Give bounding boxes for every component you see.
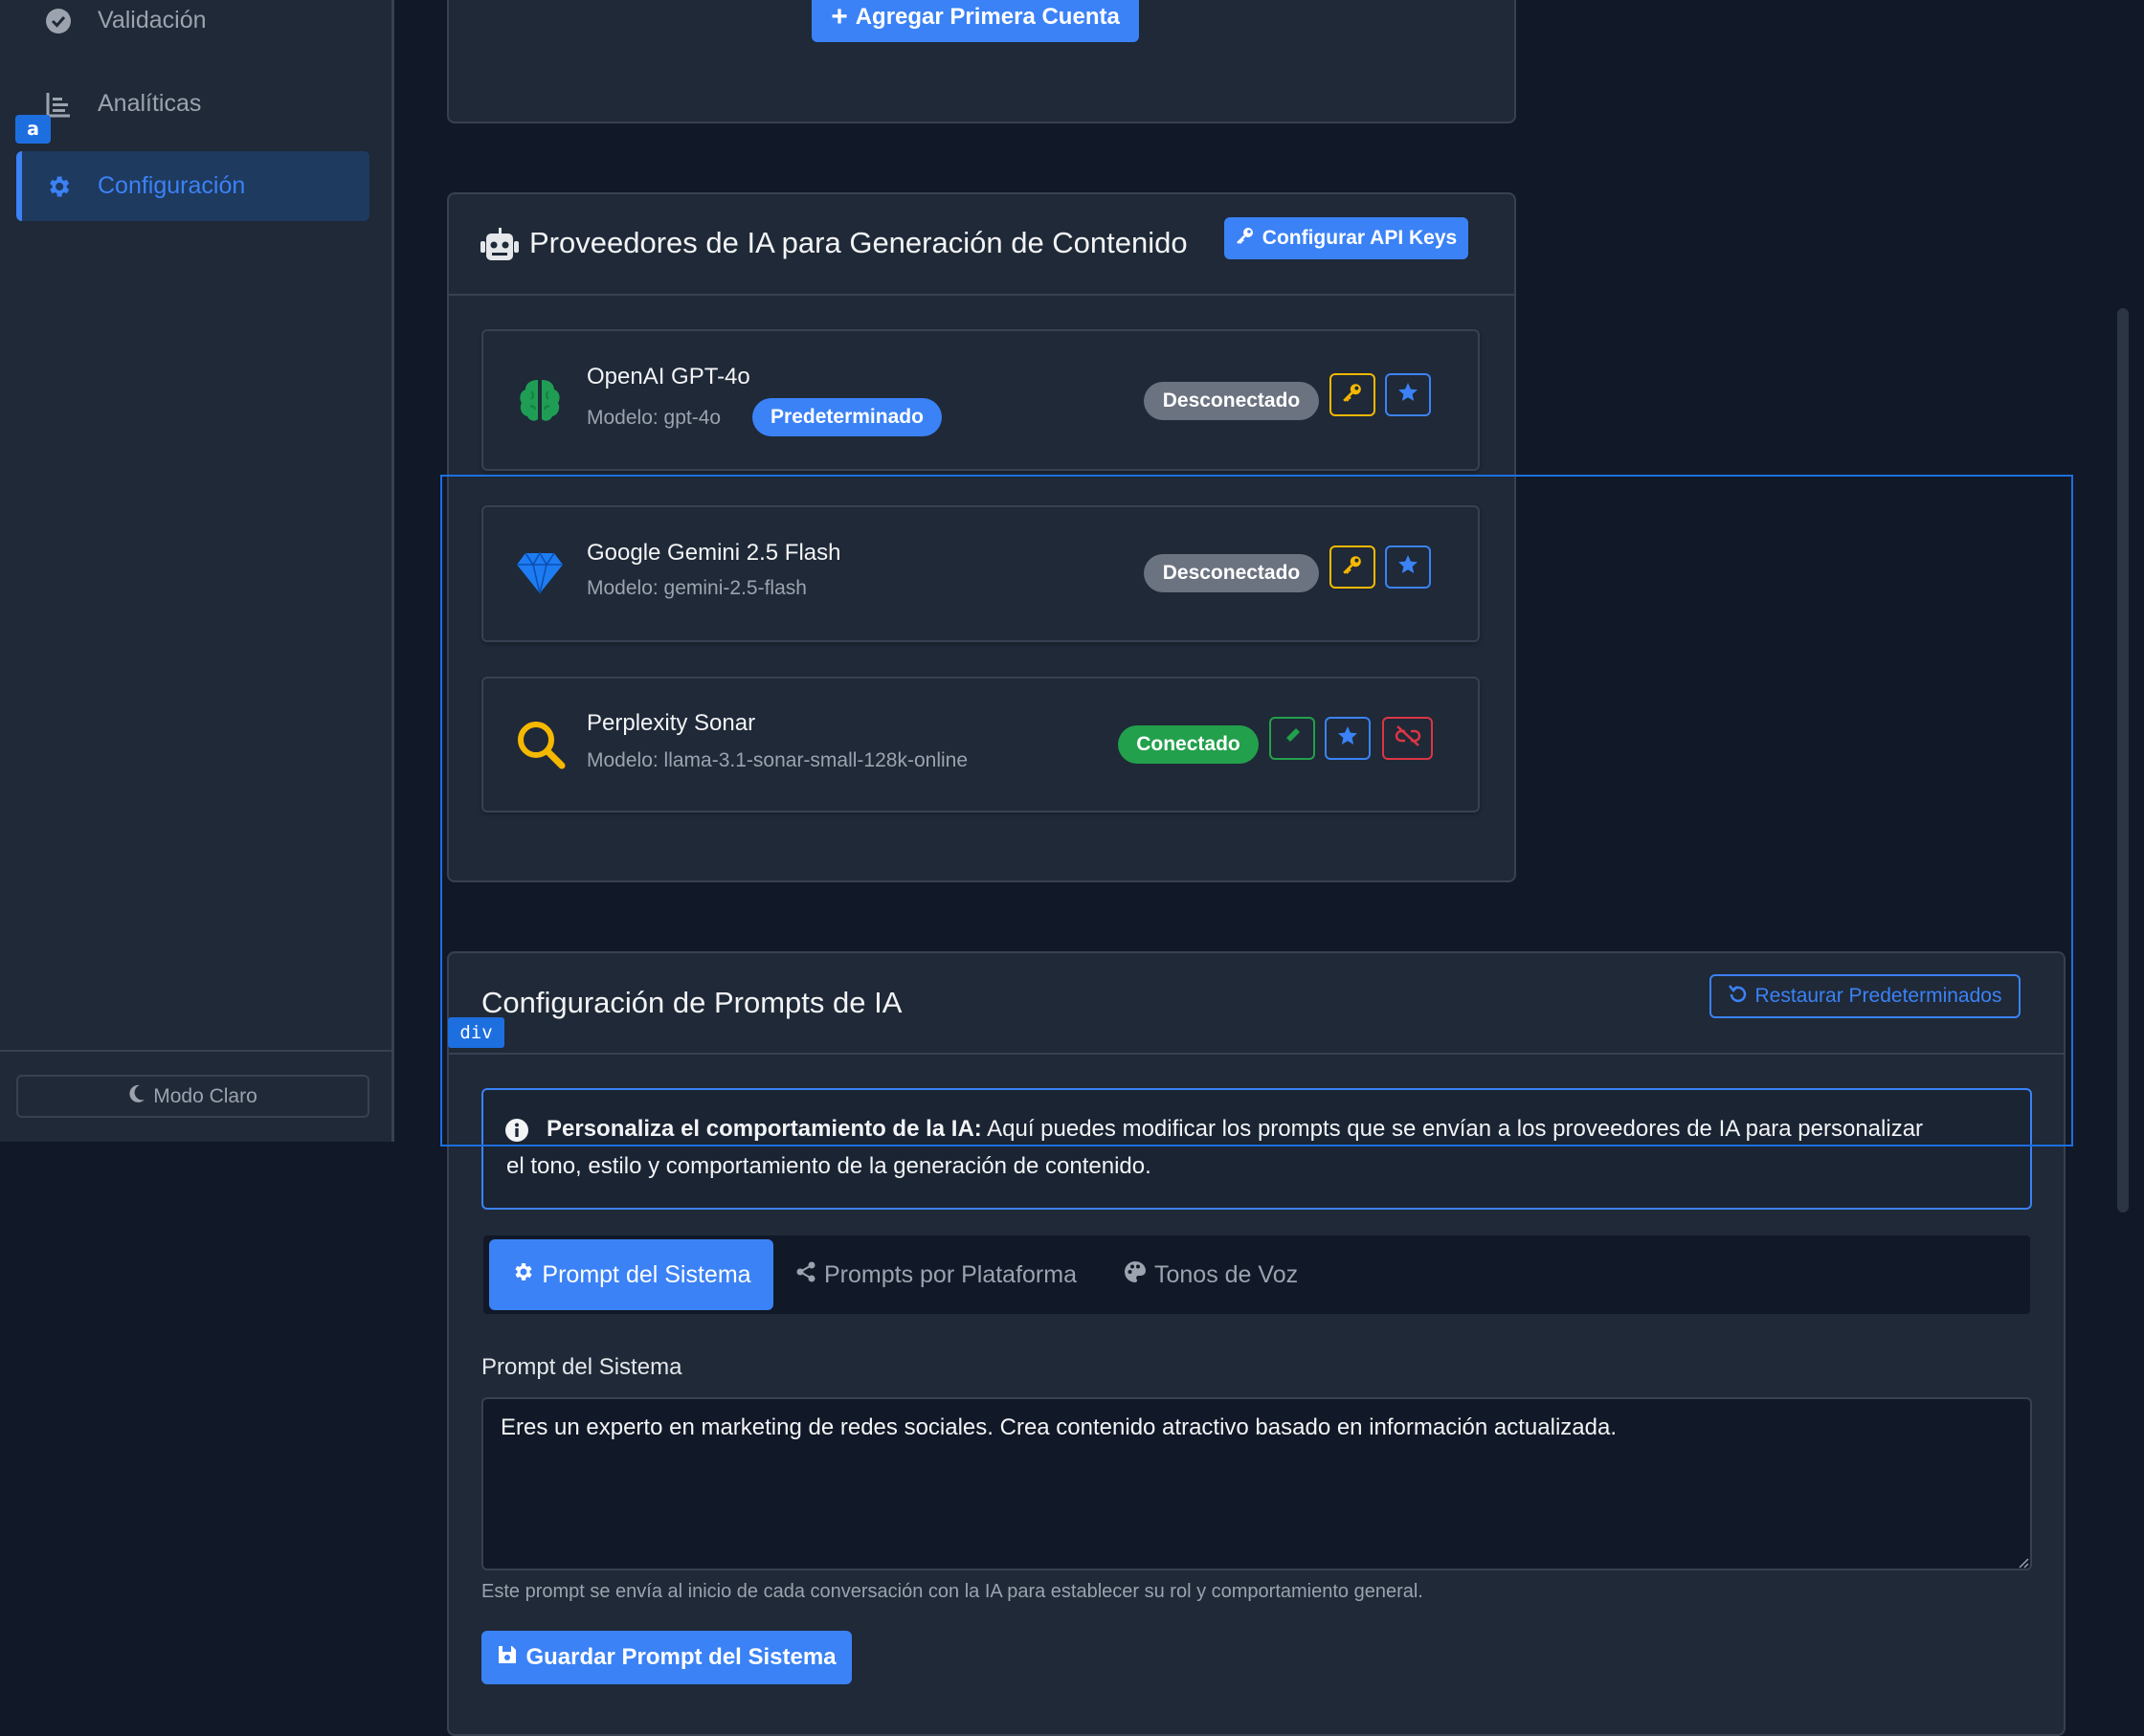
sidebar-item-configuracion[interactable]: Configuración bbox=[16, 151, 369, 221]
check-circle-icon bbox=[44, 7, 73, 35]
plus-icon: + bbox=[831, 1, 848, 33]
save-system-prompt-label: Guardar Prompt del Sistema bbox=[525, 1644, 837, 1670]
tab-system-prompt[interactable]: Prompt del Sistema bbox=[489, 1239, 773, 1310]
add-first-account-button[interactable]: + Agregar Primera Cuenta bbox=[812, 0, 1139, 42]
bar-chart-icon bbox=[44, 90, 73, 119]
save-icon bbox=[497, 1644, 518, 1672]
key-icon bbox=[1236, 226, 1255, 251]
tab-label: Prompts por Plataforma bbox=[824, 1260, 1077, 1288]
sidebar-item-analiticas[interactable]: Analíticas bbox=[16, 69, 369, 139]
sidebar-item-label: Analíticas bbox=[98, 90, 202, 117]
inspector-highlight bbox=[440, 475, 2073, 1146]
gear-icon bbox=[44, 172, 73, 201]
add-first-account-label: Agregar Primera Cuenta bbox=[855, 4, 1120, 30]
info-line-2: el tono, estilo y comportamiento de la g… bbox=[506, 1153, 1151, 1179]
share-icon bbox=[795, 1261, 816, 1289]
tab-label: Prompt del Sistema bbox=[542, 1260, 751, 1288]
status-badge: Desconectado bbox=[1144, 382, 1319, 420]
default-badge: Predeterminado bbox=[752, 398, 942, 436]
system-prompt-help: Este prompt se envía al inicio de cada c… bbox=[481, 1581, 1423, 1602]
card-header-divider bbox=[447, 294, 1516, 296]
system-prompt-label: Prompt del Sistema bbox=[481, 1354, 682, 1380]
system-prompt-textarea[interactable]: Eres un experto en marketing de redes so… bbox=[481, 1397, 2032, 1570]
key-icon bbox=[1342, 382, 1363, 408]
brain-icon bbox=[516, 376, 564, 429]
moon-icon bbox=[128, 1084, 145, 1109]
page-scrollbar[interactable] bbox=[2117, 308, 2129, 1213]
api-key-button[interactable] bbox=[1329, 373, 1375, 416]
robot-icon bbox=[480, 228, 519, 267]
star-icon bbox=[1396, 381, 1419, 409]
providers-title: Proveedores de IA para Generación de Con… bbox=[529, 226, 1188, 259]
element-badge: a bbox=[15, 115, 51, 144]
gear-icon bbox=[511, 1260, 534, 1290]
resize-handle-icon[interactable] bbox=[2018, 1556, 2029, 1573]
sidebar-item-label: Configuración bbox=[98, 172, 246, 199]
save-system-prompt-button[interactable]: Guardar Prompt del Sistema bbox=[481, 1631, 852, 1684]
provider-model: Modelo: gpt-4o bbox=[587, 407, 722, 429]
inspector-div-badge: div bbox=[448, 1017, 504, 1048]
sidebar-item-label: Validación bbox=[98, 7, 207, 33]
set-default-button[interactable] bbox=[1385, 373, 1431, 416]
light-mode-button[interactable]: Modo Claro bbox=[16, 1075, 369, 1118]
provider-name: OpenAI GPT-4o bbox=[587, 364, 750, 389]
configure-api-keys-label: Configurar API Keys bbox=[1262, 227, 1458, 249]
tab-voice-tones[interactable]: Tonos de Voz bbox=[1124, 1239, 1334, 1310]
palette-icon bbox=[1124, 1260, 1147, 1290]
configure-api-keys-button[interactable]: Configurar API Keys bbox=[1224, 217, 1468, 259]
tab-platform-prompts[interactable]: Prompts por Plataforma bbox=[795, 1239, 1083, 1310]
light-mode-label: Modo Claro bbox=[153, 1084, 257, 1107]
tab-label: Tonos de Voz bbox=[1154, 1260, 1299, 1288]
sidebar-item-validacion[interactable]: Validación bbox=[16, 0, 369, 56]
